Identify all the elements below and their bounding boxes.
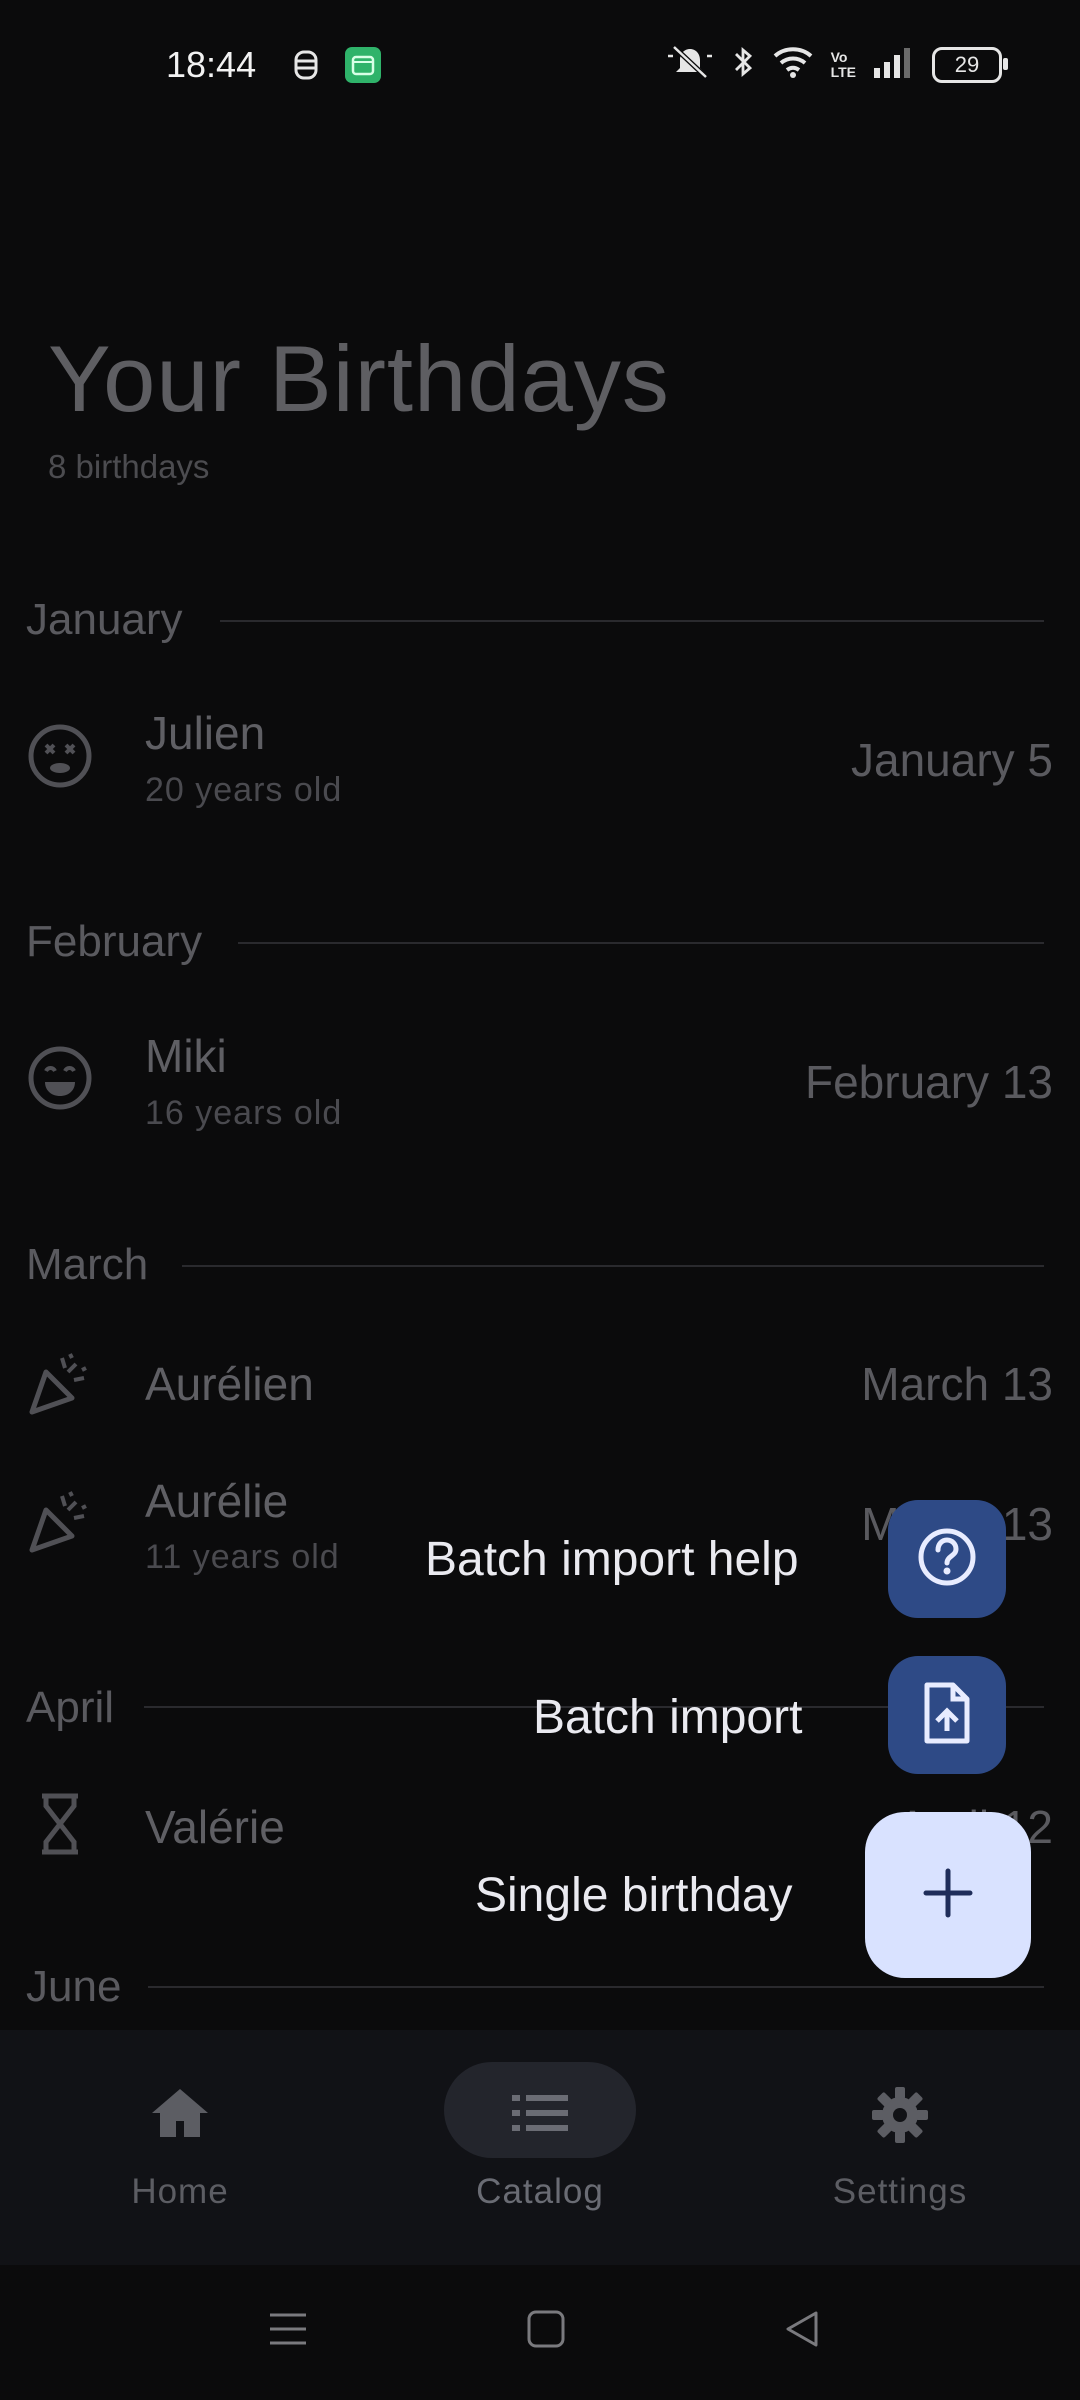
plus-icon — [920, 1865, 976, 1926]
batch-import-help-button[interactable] — [888, 1500, 1006, 1618]
single-birthday-label[interactable]: Single birthday — [475, 1868, 793, 1923]
system-navigation-bar — [0, 2265, 1080, 2400]
home-icon — [148, 2085, 212, 2146]
nav-home[interactable]: Home — [0, 2030, 360, 2265]
file-upload-icon — [919, 1681, 975, 1750]
bottom-navigation: Home Catalog Settings — [0, 2030, 1080, 2265]
help-circle-icon — [915, 1525, 979, 1594]
home-system-icon[interactable] — [526, 2309, 566, 2354]
nav-catalog-label: Catalog — [476, 2172, 604, 2211]
list-icon — [508, 2085, 572, 2146]
add-single-birthday-button[interactable] — [865, 1812, 1031, 1978]
batch-import-button[interactable] — [888, 1656, 1006, 1774]
nav-home-label: Home — [131, 2172, 229, 2211]
batch-import-help-label[interactable]: Batch import help — [425, 1532, 799, 1587]
nav-settings[interactable]: Settings — [720, 2030, 1080, 2265]
batch-import-label[interactable]: Batch import — [533, 1690, 802, 1745]
recent-apps-icon[interactable] — [268, 2309, 308, 2354]
gear-icon — [870, 2085, 930, 2150]
nav-catalog[interactable]: Catalog — [360, 2030, 720, 2265]
nav-settings-label: Settings — [832, 2172, 968, 2211]
back-icon[interactable] — [782, 2309, 822, 2354]
